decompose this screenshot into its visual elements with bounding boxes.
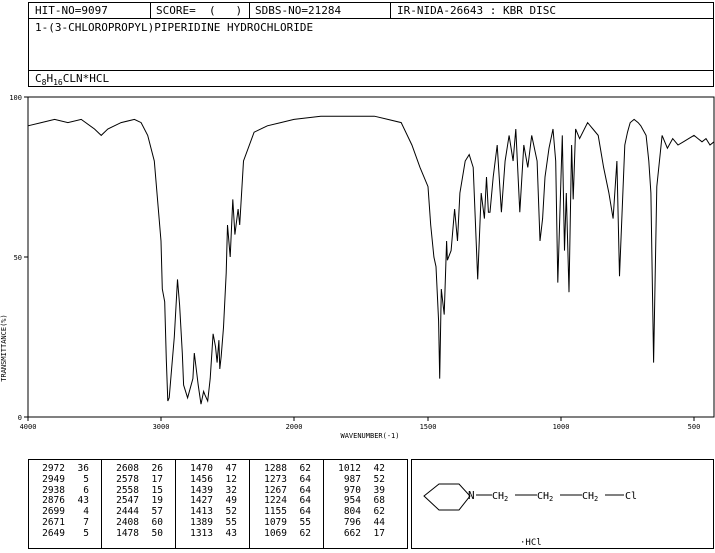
nitrogen-label: N xyxy=(468,489,475,502)
peak-column-divider xyxy=(249,460,250,548)
peak-transmittance: 43 xyxy=(225,527,237,539)
salt-label: ·HCl xyxy=(520,538,542,548)
piperidine-ring xyxy=(423,483,471,511)
compound-name-box: 1-(3-CHLOROPROPYL)PIPERIDINE HYDROCHLORI… xyxy=(28,18,714,71)
peak-wavenumber: 1478 xyxy=(116,527,139,539)
peak-column-divider xyxy=(175,460,176,548)
x-axis-label: WAVENUMBER(-1) xyxy=(340,432,399,440)
peak-row: 2578 17 xyxy=(107,473,163,486)
plot-frame xyxy=(27,96,715,418)
ch2-group-3: CH2 xyxy=(582,491,598,503)
structure-box: N CH2 CH2 CH2 Cl ·HCl xyxy=(411,459,714,549)
peak-wavenumber: 1456 xyxy=(190,473,213,485)
x-tick-label: 1000 xyxy=(553,423,570,431)
ir-spectrum-chart: 100500 4000 3000 2000 1500 1000 500 WAVENUMBE… xyxy=(0,94,715,440)
ch2-group-1: CH2 xyxy=(492,491,508,503)
peak-wavenumber: 1069 xyxy=(264,527,287,539)
peak-wavenumber: 2949 xyxy=(42,473,65,485)
header-bar: HIT-NO=9097 SCORE= ( ) SDBS-NO=21284 IR-… xyxy=(28,2,714,19)
peak-table: 2972 36 2949 5 2938 6 2876 43 2699 4 2671 7 2649 5 260… xyxy=(28,459,408,549)
chlorine-label: Cl xyxy=(625,491,637,502)
peak-transmittance: 5 xyxy=(83,473,89,485)
x-tick-label: 1500 xyxy=(420,423,437,431)
peak-transmittance: 12 xyxy=(225,473,237,485)
x-tick-label: 2000 xyxy=(286,423,303,431)
x-tick-label: 3000 xyxy=(153,423,170,431)
peak-row: 1478 50 xyxy=(107,527,163,540)
peak-transmittance: 52 xyxy=(373,473,385,485)
y-axis-label: TRANSMITTANCE(%) xyxy=(0,314,8,381)
peak-wavenumber: 1313 xyxy=(190,527,213,539)
peak-transmittance: 17 xyxy=(373,527,385,539)
peak-transmittance: 64 xyxy=(299,473,311,485)
y-tick-label: 0 xyxy=(18,414,22,422)
ch2-group-2: CH2 xyxy=(537,491,553,503)
peak-wavenumber: 2649 xyxy=(42,527,65,539)
peak-column: 2608 26 2578 17 2558 15 2547 19 2444 57 2408 60 1478… xyxy=(107,463,163,540)
molecule-structure: N CH2 CH2 CH2 Cl ·HCl xyxy=(423,483,637,548)
x-tick-label: 500 xyxy=(688,423,701,431)
peak-column: 1470 47 1456 12 1439 32 1427 49 1413 52 1389 55 1313… xyxy=(181,463,237,540)
peak-transmittance: 50 xyxy=(151,527,163,539)
peak-wavenumber: 662 xyxy=(343,527,361,539)
spectrum-line xyxy=(27,115,715,405)
x-tick-label: 4000 xyxy=(20,423,37,431)
peak-column: 2972 36 2949 5 2938 6 2876 43 2699 4 2671 7 2649 5 xyxy=(33,463,89,540)
hit-no: HIT-NO=9097 xyxy=(35,4,108,17)
peak-row: 1456 12 xyxy=(181,473,237,486)
peak-column: 1288 62 1273 64 1267 64 1224 64 1155 64 1079 55 1069… xyxy=(255,463,311,540)
formula-box: C8H16CLN*HCL xyxy=(28,70,714,87)
peak-wavenumber: 2578 xyxy=(116,473,139,485)
y-tick-label: 50 xyxy=(14,254,22,262)
formula: C8H16CLN*HCL xyxy=(35,72,110,88)
sdbs-no: SDBS-NO=21284 xyxy=(255,4,342,17)
ir-id: IR-NIDA-26643 : KBR DISC xyxy=(397,4,556,17)
compound-name: 1-(3-CHLOROPROPYL)PIPERIDINE HYDROCHLORI… xyxy=(35,21,314,34)
peak-row: 1273 64 xyxy=(255,473,311,486)
peak-row: 2949 5 xyxy=(33,473,89,486)
peak-column-divider xyxy=(101,460,102,548)
peak-row: 2649 5 xyxy=(33,527,89,540)
score: SCORE= ( ) xyxy=(156,4,243,17)
peak-row: 1313 43 xyxy=(181,527,237,540)
y-tick-label: 100 xyxy=(9,94,22,102)
peak-wavenumber: 987 xyxy=(343,473,361,485)
peak-wavenumber: 1273 xyxy=(264,473,287,485)
peak-row: 1069 62 xyxy=(255,527,311,540)
peak-transmittance: 17 xyxy=(151,473,163,485)
peak-column-divider xyxy=(323,460,324,548)
peak-transmittance: 62 xyxy=(299,527,311,539)
peak-row: 987 52 xyxy=(329,473,385,486)
peak-transmittance: 5 xyxy=(83,527,89,539)
peak-row: 662 17 xyxy=(329,527,385,540)
peak-column: 1012 42 987 52 970 39 954 68 804 62 796 44 662 17 xyxy=(329,463,385,540)
